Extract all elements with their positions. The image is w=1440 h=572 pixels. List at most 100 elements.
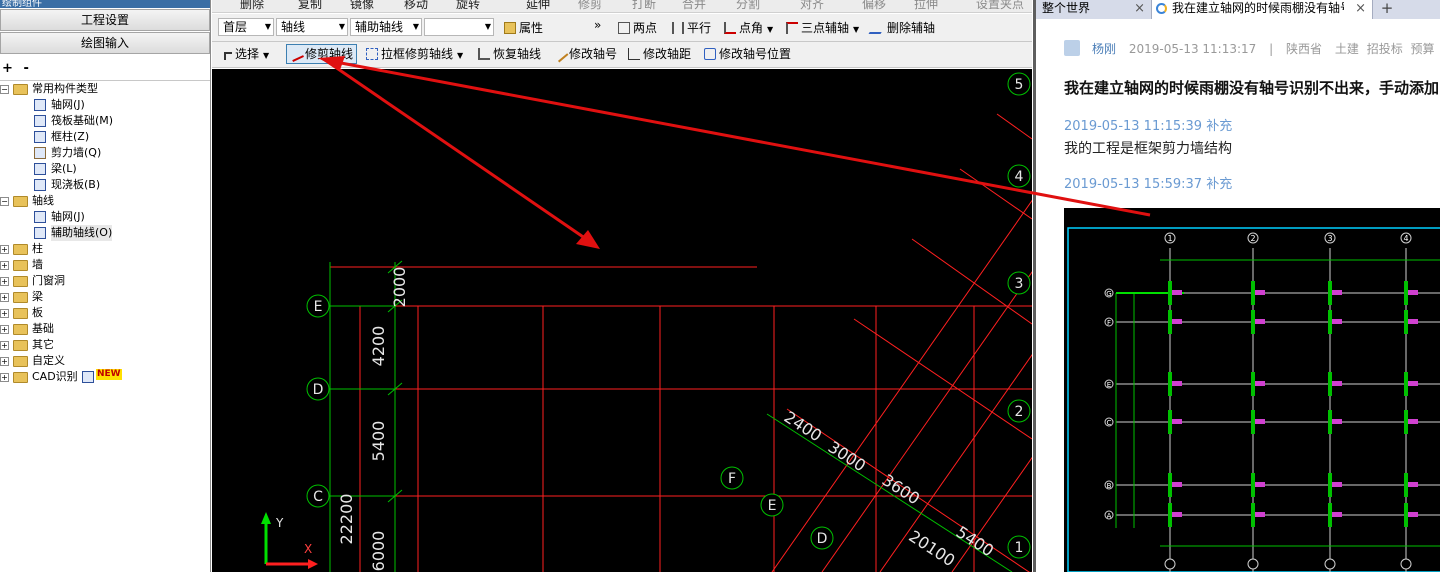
component-instance-select[interactable]: ▼ (424, 18, 494, 36)
box-trim-axis-button[interactable]: 拉框修剪轴线 ▼ (366, 45, 463, 65)
modify-axis-spacing-button[interactable]: 修改轴距 (628, 45, 691, 63)
edit-tool-button[interactable]: 分割 (736, 0, 760, 12)
tree-item[interactable]: − 常用构件类型 (0, 81, 210, 97)
tree-item[interactable]: + CAD识别 NEW (0, 369, 210, 385)
component-type-select[interactable]: 轴线 ▼ (276, 18, 348, 36)
preview-column-mark (1168, 281, 1172, 305)
browser-tab-question[interactable]: 我在建立轴网的时候雨棚没有轴号识别不出来 × (1152, 0, 1373, 19)
preview-column-tag (1408, 419, 1418, 424)
tree-item[interactable]: 剪力墙(Q) (0, 145, 210, 161)
project-settings-button[interactable]: 工程设置 (0, 9, 210, 31)
tag[interactable]: 招投标 (1367, 42, 1403, 56)
trim-axis-button[interactable]: 修剪轴线 (286, 44, 358, 64)
collapse-icon[interactable]: − (0, 85, 9, 94)
parallel-aux-button[interactable]: 平行 (672, 19, 711, 37)
expand-icon[interactable]: + (0, 261, 9, 270)
edit-tool-button[interactable]: 修剪 (578, 0, 602, 12)
toolbar-overflow-button[interactable]: » (594, 16, 601, 34)
dimension-text: 20100 (905, 527, 958, 571)
preview-column-mark (1328, 410, 1332, 434)
collapse-icon[interactable]: − (0, 197, 9, 206)
expand-icon[interactable]: + (0, 277, 9, 286)
three-point-aux-button[interactable]: 三点辅轴 ▼ (786, 19, 859, 39)
modify-axis-number-position-button[interactable]: 修改轴号位置 (704, 45, 791, 63)
tree-item[interactable]: 轴网(J) (0, 209, 210, 225)
delete-aux-icon (868, 22, 888, 34)
tree-item[interactable]: 梁(L) (0, 161, 210, 177)
modify-axis-number-button[interactable]: 修改轴号 (551, 45, 617, 63)
tree-item[interactable]: 现浇板(B) (0, 177, 210, 193)
expand-icon[interactable]: + (0, 373, 9, 382)
restore-axis-button[interactable]: 恢复轴线 (478, 45, 541, 63)
preview-column-tag (1255, 381, 1265, 386)
tree-item[interactable]: 框柱(Z) (0, 129, 210, 145)
expand-icon[interactable]: + (0, 245, 9, 254)
preview-column-mark (1404, 503, 1408, 527)
preview-axis-bubble (1400, 558, 1412, 570)
floor-select[interactable]: 首层 ▼ (218, 18, 274, 36)
select-button[interactable]: 选择 ▼ (224, 45, 269, 65)
expand-icon[interactable]: + (0, 309, 9, 318)
close-icon[interactable]: × (1134, 0, 1145, 17)
tree-item[interactable]: 轴网(J) (0, 97, 210, 113)
new-tab-button[interactable]: + (1373, 0, 1401, 19)
two-point-aux-button[interactable]: 两点 (618, 19, 657, 37)
expand-icon[interactable]: + (0, 325, 9, 334)
edit-tool-button[interactable]: 移动 (404, 0, 428, 12)
component-select[interactable]: 辅助轴线 ▼ (350, 18, 422, 36)
tag[interactable]: 土建 (1335, 42, 1359, 56)
cad-drawing-canvas[interactable]: E D C 2000 4200 5400 22200 6000 5 4 3 2 1 F E D 2400 3000… (212, 69, 1032, 572)
edit-tool-button[interactable]: 设置夹点 (976, 0, 1024, 12)
preview-column-mark (1404, 310, 1408, 334)
supplement-body: 我的工程是框架剪力墙结构 (1064, 141, 1232, 157)
tree-item[interactable]: + 墙 (0, 257, 210, 273)
parallel-icon (672, 22, 684, 34)
edit-tool-button[interactable]: 对齐 (800, 0, 824, 12)
edit-tool-button[interactable]: 复制 (298, 0, 322, 12)
expand-icon[interactable]: + (0, 293, 9, 302)
tree-item[interactable]: 辅助轴线(O) (0, 225, 210, 241)
tree-item[interactable]: 筏板基础(M) (0, 113, 210, 129)
axis-label: 3 (1015, 276, 1024, 292)
preview-column-tag (1332, 419, 1342, 424)
point-angle-aux-button[interactable]: 点角 ▼ (724, 19, 773, 39)
edit-tool-button[interactable]: 镜像 (350, 0, 374, 12)
preview-column-mark (1251, 503, 1255, 527)
folder-icon (13, 260, 28, 271)
trim-axis-icon (288, 46, 304, 62)
tree-item[interactable]: + 其它 (0, 337, 210, 353)
property-button[interactable]: 属性 (504, 19, 543, 37)
tree-item[interactable]: + 柱 (0, 241, 210, 257)
edit-tool-button[interactable]: 删除 (240, 0, 264, 12)
tree-item[interactable]: + 自定义 (0, 353, 210, 369)
edit-tool-button[interactable]: 偏移 (862, 0, 886, 12)
edit-tool-button[interactable]: 延伸 (526, 0, 550, 12)
tree-item-label: 轴网(J) (51, 98, 85, 111)
preview-column-tag (1172, 319, 1182, 324)
collapse-all-icon[interactable]: - (23, 61, 28, 76)
expand-all-icon[interactable]: + (2, 61, 13, 76)
expand-icon[interactable]: + (0, 341, 9, 350)
browser-tab-world[interactable]: 整个世界 × (1036, 0, 1152, 19)
tree-item[interactable]: + 基础 (0, 321, 210, 337)
drawing-input-button[interactable]: 绘图输入 (0, 32, 210, 54)
delete-aux-button[interactable]: 删除辅轴 (868, 19, 935, 37)
tree-item[interactable]: + 梁 (0, 289, 210, 305)
tree-item[interactable]: − 轴线 (0, 193, 210, 209)
edit-tool-button[interactable]: 打断 (632, 0, 656, 12)
edit-tool-button[interactable]: 合并 (682, 0, 706, 12)
tree-item[interactable]: + 门窗洞 (0, 273, 210, 289)
new-badge: NEW (96, 369, 122, 380)
close-icon[interactable]: × (1355, 0, 1366, 17)
browser-window: 整个世界× 我在建立轴网的时候雨棚没有轴号识别不出来 × + 杨刚 2019-0… (1033, 0, 1440, 572)
tree-item[interactable]: + 板 (0, 305, 210, 321)
tag[interactable]: 陕西省 (1286, 42, 1322, 56)
attached-cad-image[interactable]: 1 2 3 4 G F E C B A (1064, 208, 1440, 572)
expand-icon[interactable]: + (0, 357, 9, 366)
tag[interactable]: 预算 (1411, 42, 1435, 56)
edit-tool-button[interactable]: 拉伸 (914, 0, 938, 12)
author-name[interactable]: 杨刚 (1092, 42, 1116, 56)
tree-item-label: 门窗洞 (32, 274, 65, 287)
axis-label: E (314, 299, 323, 315)
edit-tool-button[interactable]: 旋转 (456, 0, 480, 12)
